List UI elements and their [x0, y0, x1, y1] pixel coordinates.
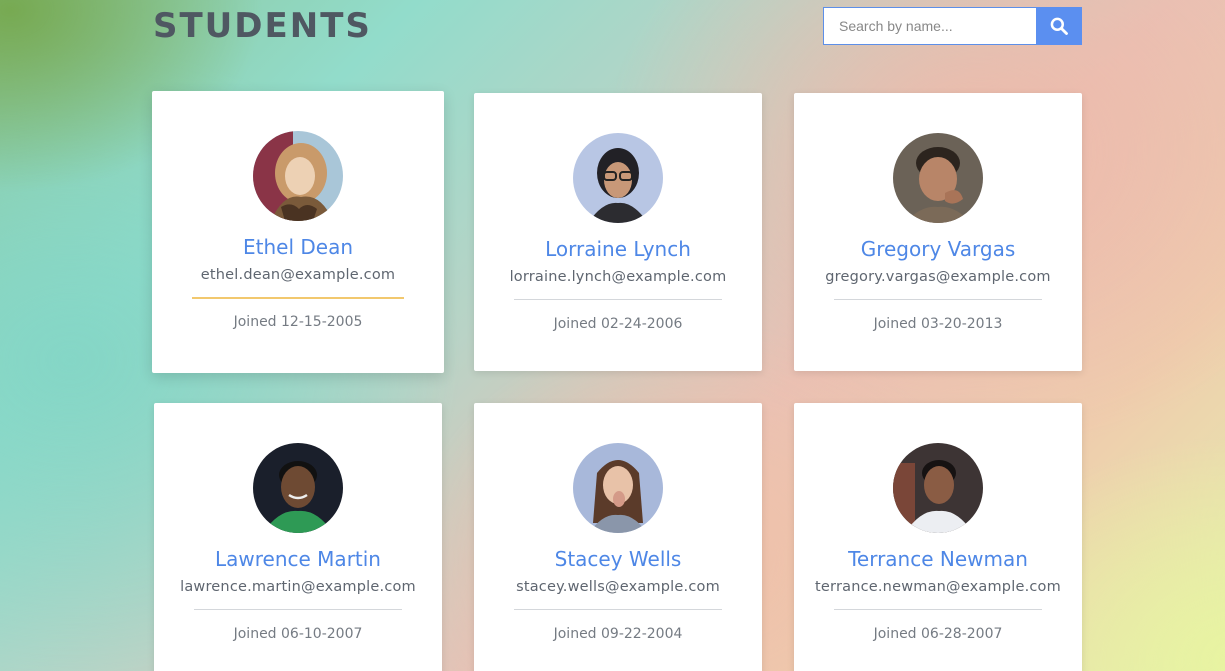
joined-date: Joined 09-22-2004	[553, 626, 683, 642]
divider	[192, 297, 404, 299]
student-name: Lorraine Lynch	[545, 237, 691, 261]
student-email: terrance.newman@example.com	[815, 579, 1061, 595]
avatar	[253, 131, 343, 221]
student-card[interactable]: Gregory Vargas gregory.vargas@example.co…	[794, 93, 1082, 371]
joined-date: Joined 02-24-2006	[553, 316, 683, 332]
student-name: Ethel Dean	[242, 235, 353, 259]
avatar	[253, 443, 343, 533]
divider	[514, 609, 722, 610]
student-card[interactable]: Terrance Newman terrance.newman@example.…	[794, 403, 1082, 671]
avatar	[573, 133, 663, 223]
avatar	[893, 133, 983, 223]
search-button[interactable]	[1036, 7, 1082, 45]
student-card[interactable]: Lawrence Martin lawrence.martin@example.…	[154, 403, 442, 671]
avatar	[573, 443, 663, 533]
joined-date: Joined 03-20-2013	[873, 316, 1003, 332]
student-email: gregory.vargas@example.com	[825, 269, 1051, 285]
divider	[514, 299, 722, 300]
divider	[194, 609, 402, 610]
student-email: stacey.wells@example.com	[516, 579, 720, 595]
joined-date: Joined 06-10-2007	[233, 626, 363, 642]
student-card[interactable]: Lorraine Lynch lorraine.lynch@example.co…	[474, 93, 762, 371]
student-name: Terrance Newman	[848, 547, 1028, 571]
student-email: lawrence.martin@example.com	[180, 579, 416, 595]
avatar	[893, 443, 983, 533]
student-email: lorraine.lynch@example.com	[509, 269, 727, 285]
student-name: Lawrence Martin	[215, 547, 381, 571]
student-card[interactable]: Stacey Wells stacey.wells@example.com Jo…	[474, 403, 762, 671]
student-email: ethel.dean@example.com	[200, 267, 396, 283]
student-card[interactable]: Ethel Dean ethel.dean@example.com Joined…	[152, 91, 444, 373]
search-icon	[1050, 17, 1068, 35]
page-title: STUDENTS	[153, 6, 372, 46]
student-name: Gregory Vargas	[860, 237, 1016, 261]
divider	[834, 609, 1042, 610]
search-bar	[823, 7, 1082, 45]
divider	[834, 299, 1042, 300]
search-input[interactable]	[823, 7, 1036, 45]
student-name: Stacey Wells	[554, 547, 682, 571]
joined-date: Joined 06-28-2007	[873, 626, 1003, 642]
joined-date: Joined 12-15-2005	[233, 314, 363, 330]
